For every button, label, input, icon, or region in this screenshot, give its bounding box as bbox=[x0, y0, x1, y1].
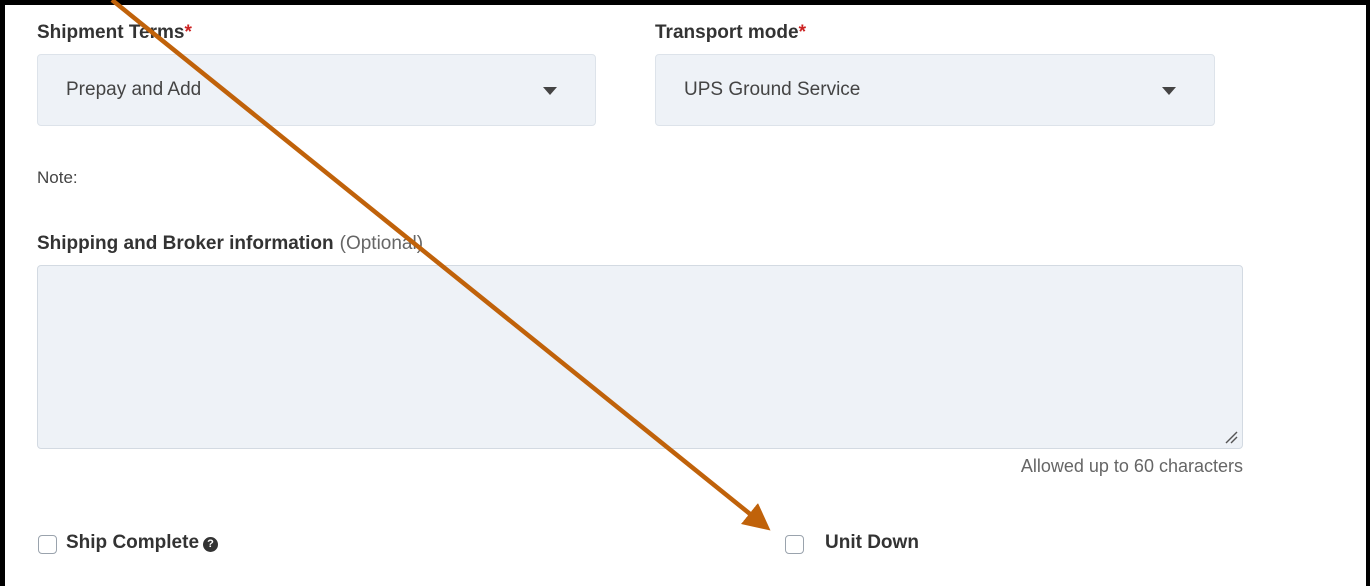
caret-down-icon bbox=[1162, 87, 1176, 95]
ship-complete-checkbox[interactable] bbox=[38, 535, 57, 554]
transport-mode-select[interactable]: UPS Ground Service bbox=[655, 54, 1215, 126]
required-asterisk: * bbox=[798, 22, 806, 43]
question-circle-icon[interactable]: ? bbox=[203, 537, 219, 552]
ship-complete-label[interactable]: Ship Complete? bbox=[66, 532, 219, 554]
shipping-broker-textarea[interactable] bbox=[37, 265, 1243, 449]
resize-grip-icon[interactable] bbox=[1222, 428, 1238, 444]
optional-tag: (Optional) bbox=[339, 233, 424, 254]
shipment-terms-label-text: Shipment Terms bbox=[37, 22, 185, 43]
transport-mode-label-text: Transport mode bbox=[655, 22, 799, 43]
caret-down-icon bbox=[543, 87, 557, 95]
character-limit-hint: Allowed up to 60 characters bbox=[1020, 456, 1243, 476]
shipment-terms-label: Shipment Terms* bbox=[37, 22, 192, 44]
shipment-terms-select[interactable]: Prepay and Add bbox=[37, 54, 596, 126]
ship-complete-label-text: Ship Complete bbox=[66, 532, 200, 553]
required-asterisk: * bbox=[184, 22, 192, 43]
note-label: Note: bbox=[37, 168, 78, 187]
transport-mode-value: UPS Ground Service bbox=[684, 79, 861, 100]
shipment-terms-value: Prepay and Add bbox=[66, 79, 202, 100]
shipping-broker-label: Shipping and Broker information (Optional… bbox=[37, 233, 423, 255]
shipping-broker-label-text: Shipping and Broker information bbox=[37, 233, 334, 254]
transport-mode-label: Transport mode* bbox=[655, 22, 806, 44]
unit-down-label[interactable]: Unit Down bbox=[825, 532, 919, 554]
unit-down-checkbox[interactable] bbox=[785, 535, 804, 554]
